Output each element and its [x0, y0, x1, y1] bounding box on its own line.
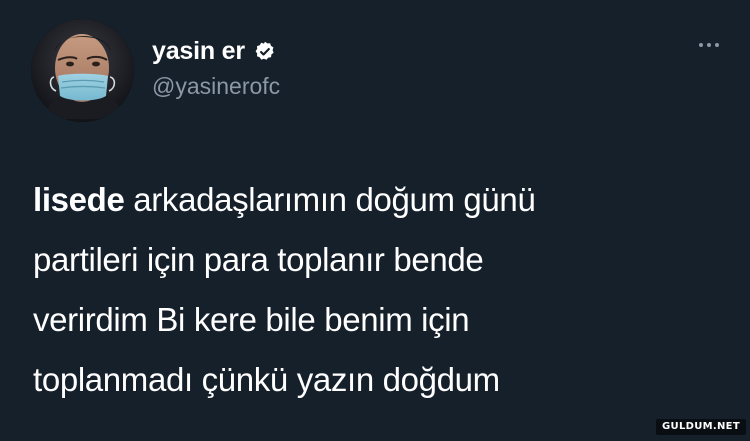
- watermark-text: GULDUM.NET: [662, 421, 740, 432]
- author-name-row: yasin er: [152, 35, 280, 67]
- avatar[interactable]: [31, 19, 134, 122]
- tweet-line-text: toplanmadı çünkü yazın doğdum: [33, 361, 500, 398]
- tweet-line-text: verirdim Bi kere bile benim için: [33, 301, 470, 338]
- more-dot: [699, 43, 703, 47]
- tweet-card: yasin er @yasinerofc lisede arkadaşlarım…: [0, 0, 750, 441]
- tweet-bold-word: lisede: [33, 181, 125, 218]
- author-handle[interactable]: @yasinerofc: [152, 75, 280, 98]
- verified-badge-icon: [253, 40, 277, 64]
- author-display-name[interactable]: yasin er: [152, 38, 245, 64]
- more-dot: [707, 43, 711, 47]
- more-dot: [715, 43, 719, 47]
- tweet-text: lisede arkadaşlarımın doğum günü partile…: [33, 170, 693, 410]
- more-options-button[interactable]: [692, 28, 726, 62]
- tweet-line-text: partileri için para toplanır bende: [33, 241, 484, 278]
- watermark: GULDUM.NET: [656, 419, 746, 435]
- avatar-photo: [31, 19, 134, 122]
- tweet-line-1: lisede arkadaşlarımın doğum günü: [33, 170, 693, 230]
- more-dots-icon: [699, 43, 719, 47]
- tweet-line-4: toplanmadı çünkü yazın doğdum: [33, 350, 693, 410]
- tweet-line-text: arkadaşlarımın doğum günü: [124, 181, 536, 218]
- tweet-header: yasin er @yasinerofc: [31, 19, 726, 129]
- author-identity: yasin er @yasinerofc: [152, 35, 280, 98]
- tweet-line-3: verirdim Bi kere bile benim için: [33, 290, 693, 350]
- tweet-line-2: partileri için para toplanır bende: [33, 230, 693, 290]
